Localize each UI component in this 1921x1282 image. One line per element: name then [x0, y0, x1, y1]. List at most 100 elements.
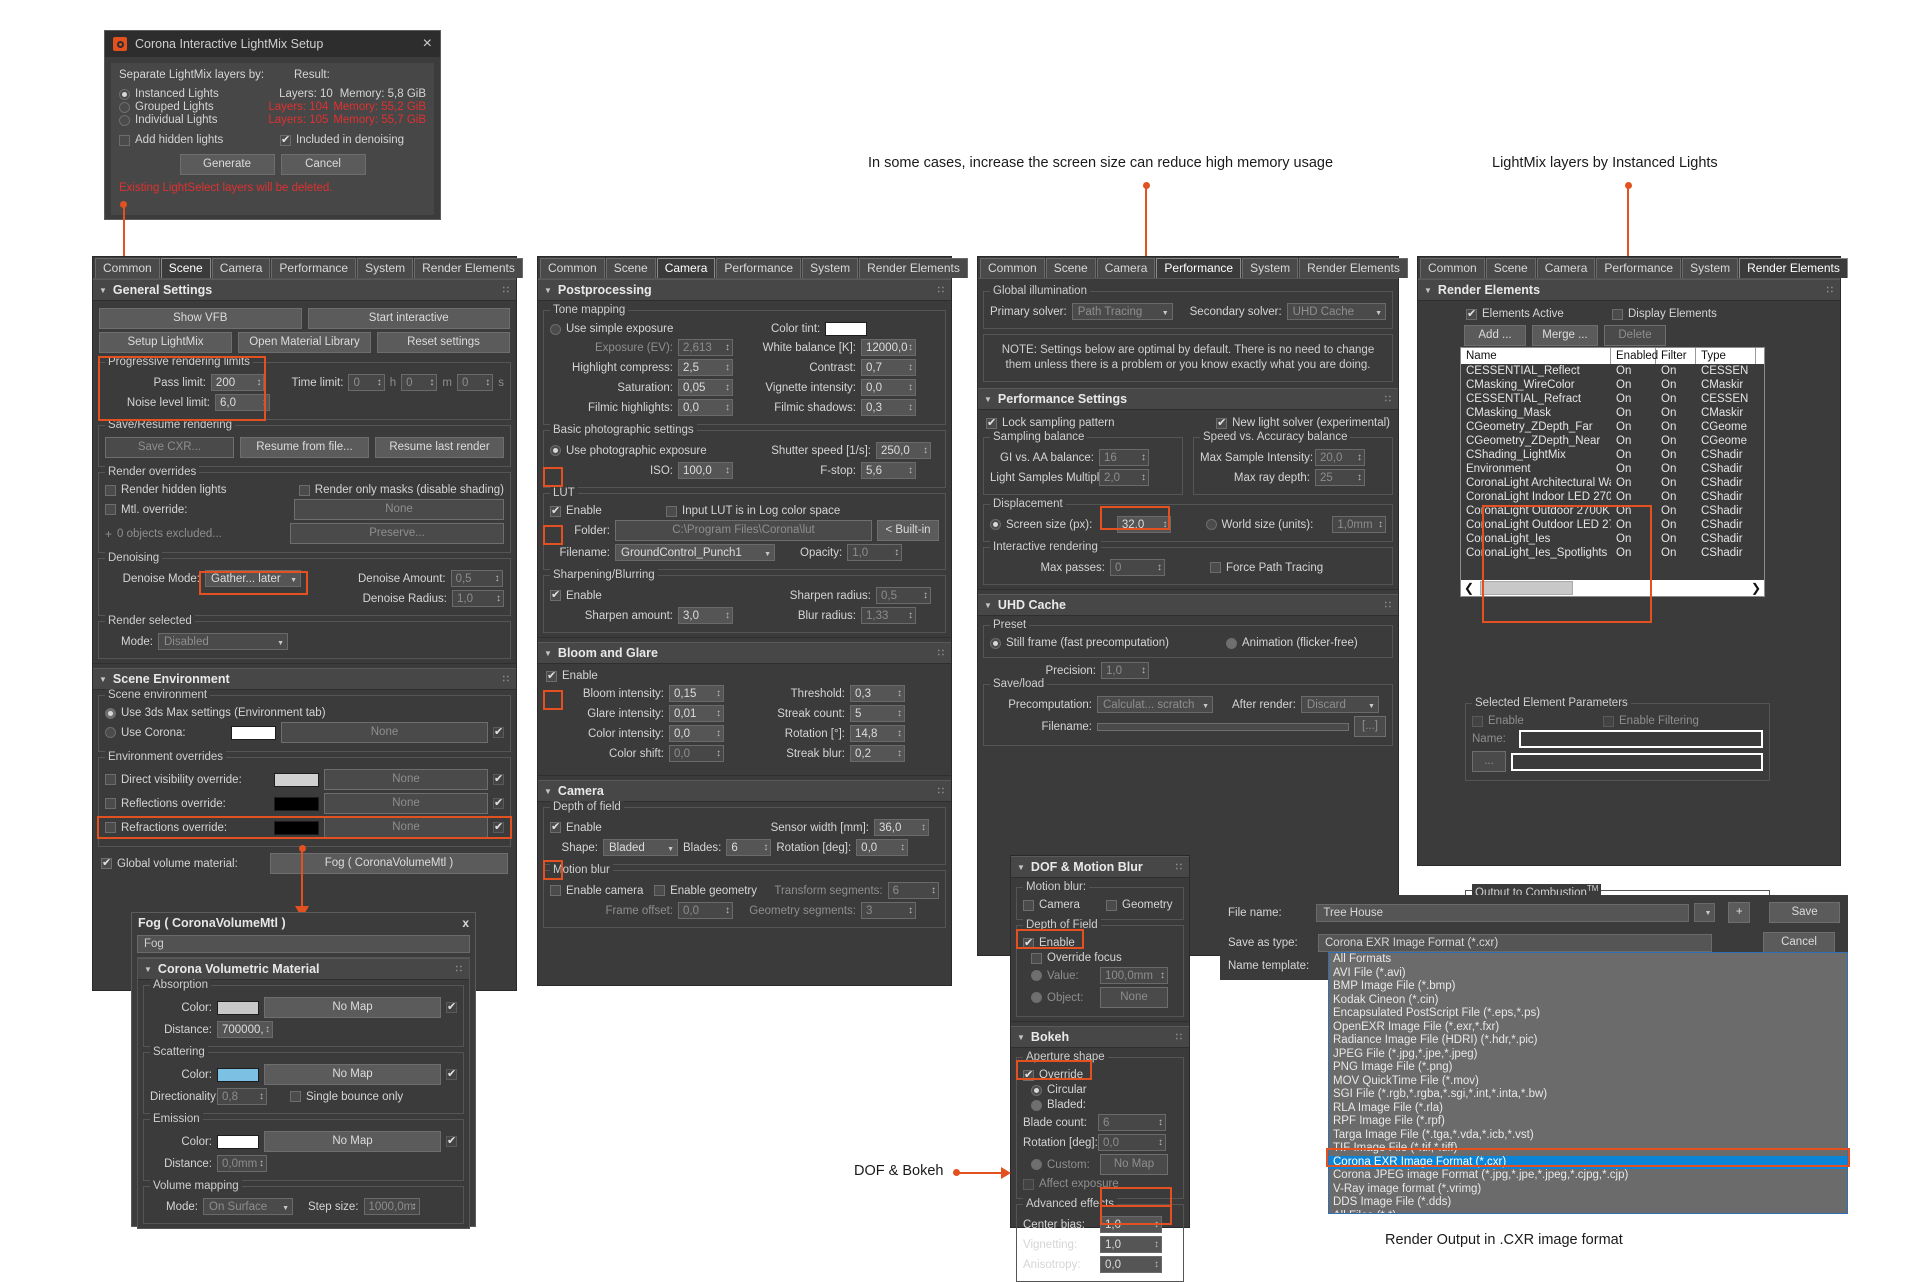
reset-settings-button[interactable]: Reset settings	[377, 332, 510, 353]
format-option[interactable]: PNG Image File (*.png)	[1329, 1061, 1847, 1075]
table-row[interactable]: CoronaLight Architectural Wall On On CShadi…	[1461, 476, 1764, 490]
light-samples-input[interactable]: 2,0	[1099, 469, 1149, 486]
bloom-intensity-input[interactable]: 0,15	[669, 685, 724, 702]
precision-input[interactable]: 1,0	[1101, 662, 1149, 679]
fog-name-field[interactable]: Fog	[137, 935, 470, 953]
tab-system[interactable]: System	[357, 258, 414, 278]
streak-blur-input[interactable]: 0,2	[850, 745, 905, 762]
add-file-button[interactable]: +	[1728, 902, 1751, 923]
format-option[interactable]: TIF Image File (*.tif,*.tiff)	[1329, 1142, 1847, 1156]
radio-animation[interactable]	[1226, 637, 1237, 649]
add-element-button[interactable]: Add ...	[1464, 325, 1526, 346]
format-option[interactable]: Kodak Cineon (*.cin)	[1329, 994, 1847, 1008]
render-hidden-lights-checkbox[interactable]	[105, 484, 116, 496]
absorption-color-swatch[interactable]	[217, 1000, 259, 1015]
tab-render-elements[interactable]: Render Elements	[1299, 258, 1408, 278]
sharpen-amount-input[interactable]: 3,0	[678, 607, 733, 624]
radio-use-3dsmax[interactable]	[105, 707, 116, 719]
refractions-map-toggle[interactable]	[493, 820, 504, 833]
uhd-browse-button[interactable]: [...]	[1354, 716, 1386, 737]
corona-env-map-toggle[interactable]	[493, 725, 504, 738]
tab-common[interactable]: Common	[980, 258, 1045, 278]
tab-scene[interactable]: Scene	[160, 258, 211, 278]
vignette-input[interactable]: 0,0	[861, 379, 916, 396]
fstop-input[interactable]: 5,6	[861, 462, 916, 479]
step-size-input[interactable]: 1000,0m	[363, 1198, 420, 1215]
precomputation-combo[interactable]: Calculat... scratch	[1097, 696, 1213, 714]
saturation-input[interactable]: 0,05	[678, 379, 733, 396]
contrast-input[interactable]: 0,7	[861, 359, 916, 376]
direct-visibility-map-slot[interactable]: None	[324, 769, 488, 790]
emission-map-slot[interactable]: No Map	[264, 1131, 441, 1152]
mb-enable-geometry-checkbox[interactable]	[654, 885, 666, 896]
rollout-dof-motion-blur[interactable]: ▼ DOF & Motion Blur ∷	[1011, 856, 1189, 878]
table-row[interactable]: CoronaLight Outdoor 2700K On On CShadir	[1461, 504, 1764, 518]
reflections-map-toggle[interactable]	[493, 796, 504, 809]
tab-performance[interactable]: Performance	[716, 258, 802, 278]
tab-common[interactable]: Common	[540, 258, 605, 278]
radio-use-photographic-exposure[interactable]	[550, 445, 561, 456]
format-option[interactable]: JPEG File (*.jpg,*.jpe,*.jpeg)	[1329, 1048, 1847, 1062]
column-header-name[interactable]: Name	[1461, 348, 1611, 364]
radio-individual-lights[interactable]	[119, 114, 130, 126]
time-limit-minutes[interactable]: 0	[401, 374, 438, 391]
setup-lightmix-button[interactable]: Setup LightMix	[99, 332, 232, 353]
reflections-map-slot[interactable]: None	[324, 793, 488, 814]
rollout-render-elements[interactable]: ▼ Render Elements ∷	[1418, 279, 1840, 301]
blade-count-input[interactable]: 6	[1098, 1114, 1166, 1131]
gi-aa-input[interactable]: 16	[1099, 449, 1149, 466]
selected-enable-checkbox[interactable]	[1472, 715, 1483, 727]
lock-sampling-checkbox[interactable]	[986, 416, 997, 429]
shape-combo[interactable]: Bladed	[603, 839, 678, 857]
mtl-override-slot[interactable]: None	[294, 499, 504, 520]
uhd-filename-field[interactable]	[1097, 722, 1349, 731]
render-elements-list[interactable]: Name Enabled Filter Type CESSENTIAL_Refl…	[1460, 347, 1765, 597]
threshold-input[interactable]: 0,3	[850, 685, 905, 702]
tab-render-elements[interactable]: Render Elements	[414, 258, 523, 278]
bloom-enable-checkbox[interactable]	[546, 669, 557, 682]
format-option[interactable]: MOV QuickTime File (*.mov)	[1329, 1075, 1847, 1089]
tab-camera[interactable]: Camera	[211, 258, 271, 278]
fog-close-icon[interactable]: x	[462, 916, 469, 930]
direct-visibility-swatch[interactable]	[274, 772, 319, 787]
camera-rotation-input[interactable]: 0,0	[856, 839, 909, 856]
emission-color-swatch[interactable]	[217, 1134, 259, 1149]
custom-bokeh-slot[interactable]: No Map	[1100, 1154, 1168, 1175]
color-shift-input[interactable]: 0,0	[669, 745, 724, 762]
format-option[interactable]: RPF Image File (*.rpf)	[1329, 1115, 1847, 1129]
vignetting-input[interactable]: 1,0	[1100, 1236, 1162, 1253]
radio-focus-object[interactable]	[1031, 992, 1042, 1003]
table-row[interactable]: CMasking_Mask On On CMaskir	[1461, 406, 1764, 420]
format-option[interactable]: Targa Image File (*.tga,*.vda,*.icb,*.vs…	[1329, 1129, 1847, 1143]
file-name-input[interactable]: Tree House	[1316, 903, 1690, 922]
max-passes-input[interactable]: 0	[1110, 559, 1165, 576]
screen-size-input[interactable]: 32,0	[1116, 516, 1171, 533]
rollout-uhd-cache[interactable]: ▼ UHD Cache ∷	[978, 594, 1398, 616]
blades-input[interactable]: 6	[726, 839, 772, 856]
tab-performance[interactable]: Performance	[1156, 258, 1242, 278]
cancel-button[interactable]: Cancel	[280, 154, 366, 175]
table-row[interactable]: CoronaLight_Ies On On CShadir	[1461, 532, 1764, 546]
force-path-tracing-checkbox[interactable]	[1210, 562, 1221, 573]
column-header-enabled[interactable]: Enabled	[1611, 348, 1658, 364]
tab-camera[interactable]: Camera	[1096, 258, 1156, 278]
tab-common[interactable]: Common	[1420, 258, 1485, 278]
rollout-bokeh[interactable]: ▼ Bokeh ∷	[1011, 1026, 1189, 1048]
denoise-radius-input[interactable]: 1,0	[452, 590, 504, 607]
iso-input[interactable]: 100,0	[678, 462, 733, 479]
corona-env-map-slot[interactable]: None	[281, 722, 488, 743]
exposure-input[interactable]: 2,613	[678, 339, 733, 356]
lut-opacity-input[interactable]: 1,0	[847, 544, 903, 561]
mb-geometry-checkbox[interactable]	[1106, 899, 1117, 911]
format-option[interactable]: AVI File (*.avi)	[1329, 967, 1847, 981]
format-option[interactable]: Radiance Image File (HDRI) (*.hdr,*.pic)	[1329, 1034, 1847, 1048]
filmic-highlights-input[interactable]: 0,0	[678, 399, 733, 416]
anisotropy-input[interactable]: 0,0	[1100, 1256, 1162, 1273]
refractions-map-slot[interactable]: None	[324, 817, 488, 838]
radio-grouped-lights[interactable]	[119, 101, 130, 113]
rollout-postprocessing[interactable]: ▼ Postprocessing ∷	[538, 279, 951, 301]
highlight-compress-input[interactable]: 2,5	[678, 359, 733, 376]
affect-exposure-checkbox[interactable]	[1023, 1178, 1034, 1190]
save-type-combo[interactable]: Corona EXR Image Format (*.cxr)	[1318, 933, 1712, 952]
column-header-type[interactable]: Type	[1696, 348, 1756, 364]
